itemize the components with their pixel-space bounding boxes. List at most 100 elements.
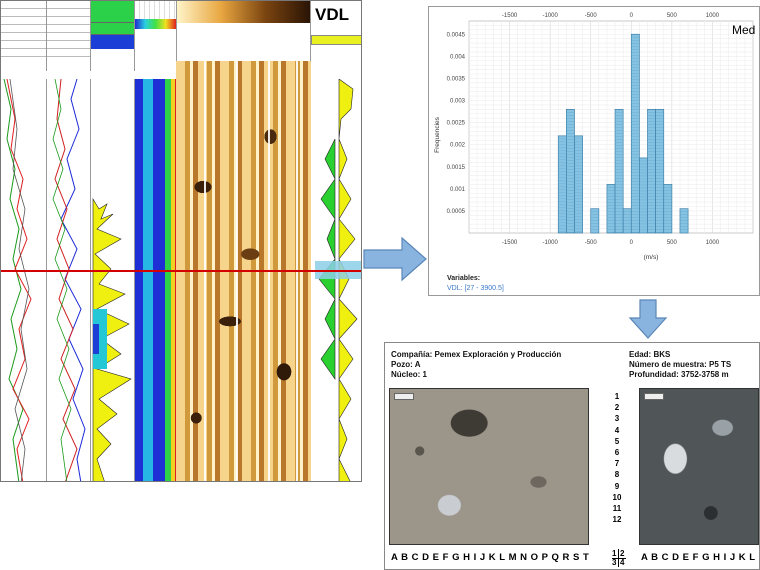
histogram-bar bbox=[663, 184, 673, 234]
sample-text: Número de muestra: P5 TS bbox=[629, 360, 732, 369]
right-track-curves bbox=[315, 79, 361, 481]
histogram-bar bbox=[590, 208, 600, 234]
bar-body bbox=[630, 33, 640, 234]
depth-text: Profundidad: 3752-3758 m bbox=[629, 370, 729, 379]
row-number: 1 bbox=[614, 392, 620, 401]
row-number: 11 bbox=[612, 504, 622, 514]
x-tick-label-top: 500 bbox=[667, 13, 678, 19]
depth-marker-line bbox=[1, 270, 361, 272]
y-tick-label: 0.004 bbox=[450, 54, 466, 60]
thin-section-panel: Compañía: Pemex Exploración y Producción… bbox=[384, 342, 760, 570]
x-tick-label-top: -500 bbox=[585, 13, 598, 19]
y-tick-label: 0.0045 bbox=[447, 32, 466, 38]
column-letters-left: A B C D E F G H I J K L M N O P Q R S T bbox=[391, 552, 590, 563]
histogram-bar bbox=[606, 184, 616, 234]
legend: Variables: VDL: [27 - 3900.5] bbox=[447, 275, 504, 292]
x-tick-label-top: 0 bbox=[630, 13, 634, 19]
thin-section-photo-right bbox=[639, 388, 759, 545]
column-letters-right: A B C D E F G H I J K L bbox=[641, 552, 756, 563]
x-tick-label-bottom: 1000 bbox=[706, 240, 720, 246]
down-arrow bbox=[628, 299, 668, 339]
log-track-right bbox=[311, 79, 361, 481]
histogram-bar bbox=[574, 135, 583, 234]
log-track-gamma bbox=[47, 79, 91, 481]
log-track-lithology bbox=[91, 79, 135, 481]
scale-bar bbox=[644, 393, 664, 400]
y-axis-label: Frequencies bbox=[434, 116, 441, 153]
right-arrow bbox=[363, 236, 427, 282]
log-header-track-3 bbox=[91, 1, 135, 71]
histogram-chart: -1500 -1000 -500 0 500 1000 -1500 -1000 -500 0 50… bbox=[434, 13, 754, 261]
thin-section-meta-right: Edad: BKS Número de muestra: P5 TS Profu… bbox=[629, 350, 731, 380]
row-number: 10 bbox=[612, 492, 622, 502]
x-tick-label-bottom: -500 bbox=[585, 240, 598, 246]
y-tick-label: 0.0015 bbox=[447, 165, 466, 171]
bar-body bbox=[663, 184, 673, 234]
x-tick-label-bottom: 0 bbox=[630, 240, 634, 246]
resistivity-curves bbox=[3, 79, 32, 481]
lithology-fill bbox=[92, 197, 132, 481]
y-tick-label: 0.0005 bbox=[447, 209, 466, 215]
x-tick-labels-top: -1500 -1000 -500 0 500 1000 bbox=[502, 13, 720, 19]
log-header-track-4 bbox=[135, 1, 177, 71]
histogram-bar bbox=[557, 135, 567, 234]
row-number-column: 1 2 3 4 5 6 7 8 9 10 11 12 bbox=[609, 391, 625, 525]
histogram-bar bbox=[647, 108, 656, 234]
bar-body bbox=[639, 157, 648, 234]
histogram-bar bbox=[566, 108, 575, 234]
gamma-curves bbox=[52, 79, 86, 481]
vdl-label: VDL bbox=[315, 5, 349, 24]
log-track-spectrum bbox=[135, 79, 177, 481]
histogram-bar bbox=[655, 108, 665, 234]
quadrant-key: 1 2 3 4 bbox=[612, 549, 626, 567]
x-tick-label-top: -1500 bbox=[502, 13, 518, 19]
histogram-bar bbox=[622, 208, 632, 234]
well-text: Pozo: A bbox=[391, 360, 421, 369]
log-header-track-2 bbox=[47, 1, 91, 71]
row-number: 8 bbox=[614, 470, 620, 480]
core-text: Núcleo: 1 bbox=[391, 370, 428, 379]
y-tick-labels: 0.0005 0.001 0.0015 0.002 0.0025 0.003 0.0035 0… bbox=[447, 32, 466, 215]
x-tick-label-top: 1000 bbox=[706, 13, 720, 19]
row-number: 9 bbox=[614, 481, 620, 491]
bar-body bbox=[606, 184, 616, 234]
bar-body bbox=[557, 135, 567, 234]
x-tick-label-bottom: 500 bbox=[667, 240, 678, 246]
well-log-panel: VDL bbox=[0, 0, 362, 482]
y-tick-label: 0.001 bbox=[450, 187, 466, 193]
row-number: 5 bbox=[614, 436, 620, 446]
x-tick-label-top: -1000 bbox=[542, 13, 558, 19]
row-number: 12 bbox=[612, 515, 622, 525]
row-number: 3 bbox=[614, 414, 620, 424]
histogram-bar bbox=[614, 108, 624, 234]
histogram-bar bbox=[679, 208, 689, 234]
y-tick-label: 0.002 bbox=[450, 143, 466, 149]
legend-title: Variables: bbox=[447, 275, 481, 282]
thin-section-photo-left bbox=[389, 388, 589, 545]
histogram-bar bbox=[630, 33, 640, 234]
company-text: Compañía: Pemex Exploración y Producción bbox=[391, 350, 562, 359]
row-number: 2 bbox=[614, 403, 620, 413]
histogram-panel: -1500 -1000 -500 0 500 1000 -1500 -1000 -500 0 50… bbox=[428, 6, 760, 296]
log-header-track-1 bbox=[1, 1, 47, 71]
legend-entry: VDL: [27 - 3900.5] bbox=[447, 285, 504, 292]
log-track-resistivity bbox=[1, 79, 47, 481]
y-tick-label: 0.0025 bbox=[447, 121, 466, 127]
quadrant-2: 2 bbox=[620, 549, 625, 558]
scale-bar bbox=[394, 393, 414, 400]
row-number: 6 bbox=[614, 448, 620, 458]
thin-section-meta-left: Compañía: Pemex Exploración y Producción… bbox=[391, 350, 561, 380]
y-tick-label: 0.003 bbox=[450, 99, 466, 105]
x-tick-label-bottom: -1000 bbox=[542, 240, 558, 246]
bar-body bbox=[574, 135, 583, 234]
histogram-bar bbox=[639, 157, 648, 234]
corner-label: Med bbox=[732, 23, 756, 37]
quadrant-3: 3 bbox=[612, 558, 617, 567]
y-tick-label: 0.0035 bbox=[447, 76, 466, 82]
x-axis-label: (m/s) bbox=[644, 254, 659, 261]
x-tick-labels-bottom: -1500 -1000 -500 0 500 1000 bbox=[502, 240, 720, 246]
quadrant-1: 1 bbox=[612, 549, 617, 558]
row-number: 4 bbox=[614, 425, 620, 435]
x-tick-label-bottom: -1500 bbox=[502, 240, 518, 246]
age-text: Edad: BKS bbox=[629, 350, 671, 359]
